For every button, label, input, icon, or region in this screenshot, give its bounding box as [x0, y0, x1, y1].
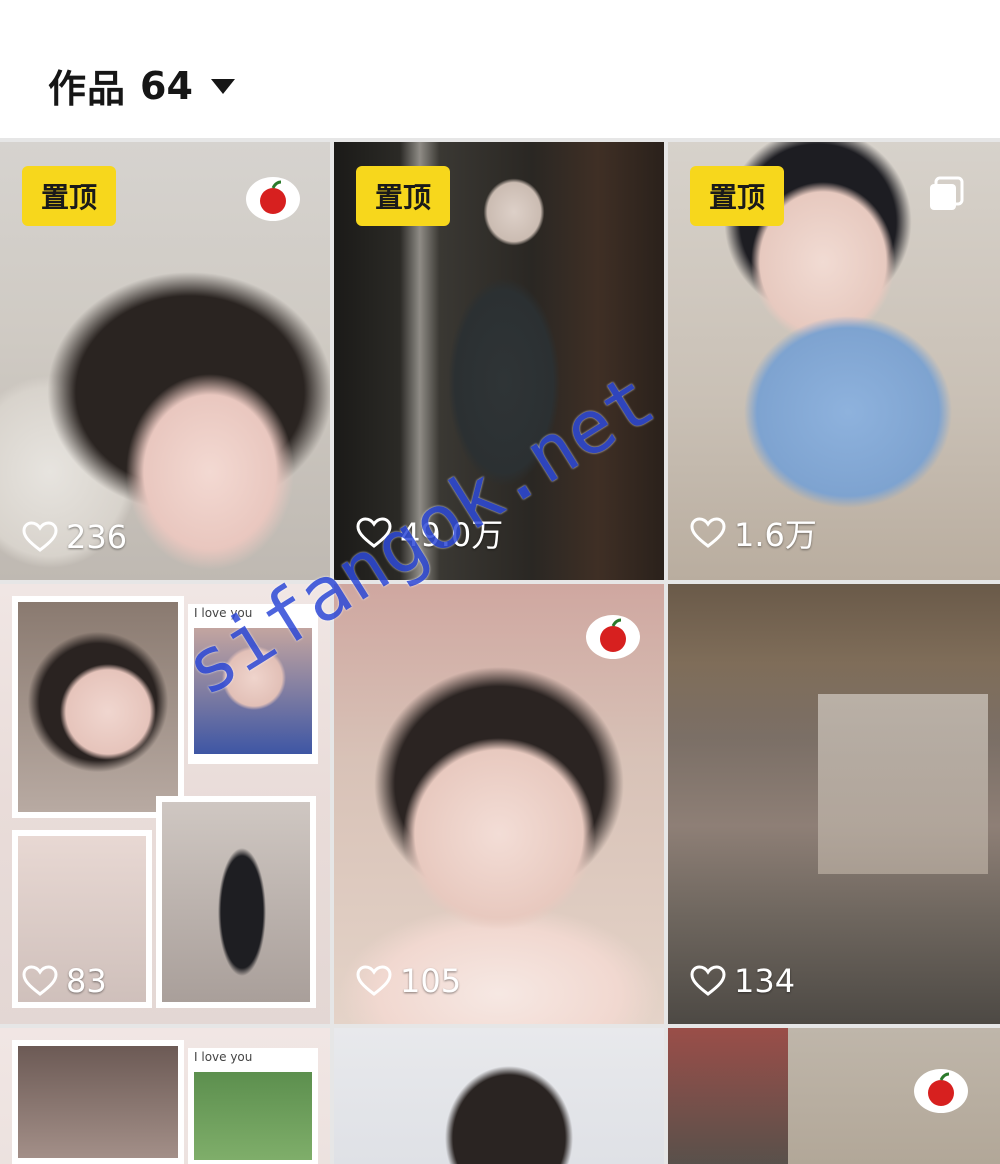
works-tab[interactable]: 作品 64 — [48, 58, 235, 113]
collage-photo-card — [12, 1040, 184, 1164]
video-tile-9[interactable] — [668, 1028, 1000, 1164]
like-count: 105 — [400, 962, 462, 1000]
pinned-badge: 置顶 — [690, 166, 784, 226]
collage-note: I love you — [194, 1050, 253, 1064]
heart-icon — [22, 965, 58, 996]
video-tile-5[interactable]: 105 — [334, 584, 664, 1024]
like-count: 236 — [66, 518, 128, 556]
like-count-group: 236 — [22, 518, 127, 556]
apple-sticker-icon — [914, 1069, 968, 1113]
caret-down-icon[interactable] — [210, 79, 235, 94]
video-tile-3[interactable]: 置顶 1.6万 — [668, 142, 1000, 580]
collage-photo-card — [12, 596, 184, 818]
heart-icon — [356, 965, 392, 996]
apple-sticker-icon — [586, 615, 640, 659]
collage-photo-card — [156, 796, 316, 1008]
works-grid: 置顶 236 置顶 49.0万 置顶 1.6万 I love you 83 10… — [0, 138, 1000, 1164]
multi-image-icon — [930, 176, 964, 210]
pinned-badge: 置顶 — [356, 166, 450, 226]
collage-photo — [162, 802, 310, 1002]
screen-reflection — [818, 694, 988, 874]
collage-photo — [18, 602, 178, 812]
video-tile-8[interactable] — [334, 1028, 664, 1164]
collage-photo — [194, 628, 312, 754]
like-count-group: 134 — [690, 962, 795, 1000]
video-tile-4[interactable]: I love you 83 — [0, 584, 330, 1024]
works-count: 64 — [140, 63, 193, 108]
pinned-badge: 置顶 — [22, 166, 116, 226]
like-count-group: 49.0万 — [356, 510, 503, 556]
like-count: 134 — [734, 962, 796, 1000]
collage-photo — [18, 1046, 178, 1158]
video-tile-6[interactable]: 134 — [668, 584, 1000, 1024]
profile-header: 作品 64 — [0, 0, 1000, 138]
video-tile-1[interactable]: 置顶 236 — [0, 142, 330, 580]
collage-photo-card: I love you — [188, 1048, 318, 1164]
works-tab-label: 作品 — [48, 67, 127, 111]
collage-photo — [194, 1072, 312, 1160]
heart-icon — [690, 517, 726, 548]
like-count-group: 83 — [22, 962, 107, 1000]
apple-sticker-icon — [246, 177, 300, 221]
collage-note: I love you — [194, 606, 253, 620]
heart-icon — [22, 521, 58, 552]
like-count-group: 105 — [356, 962, 461, 1000]
heart-icon — [690, 965, 726, 996]
collage-photo-card: I love you — [188, 604, 318, 764]
video-tile-2[interactable]: 置顶 49.0万 — [334, 142, 664, 580]
like-count: 1.6万 — [734, 516, 817, 554]
like-count: 49.0万 — [400, 516, 504, 554]
like-count: 83 — [66, 962, 107, 1000]
shelf-area — [668, 1028, 788, 1164]
video-tile-7[interactable]: I love you — [0, 1028, 330, 1164]
heart-icon — [356, 517, 392, 548]
like-count-group: 1.6万 — [690, 510, 817, 556]
